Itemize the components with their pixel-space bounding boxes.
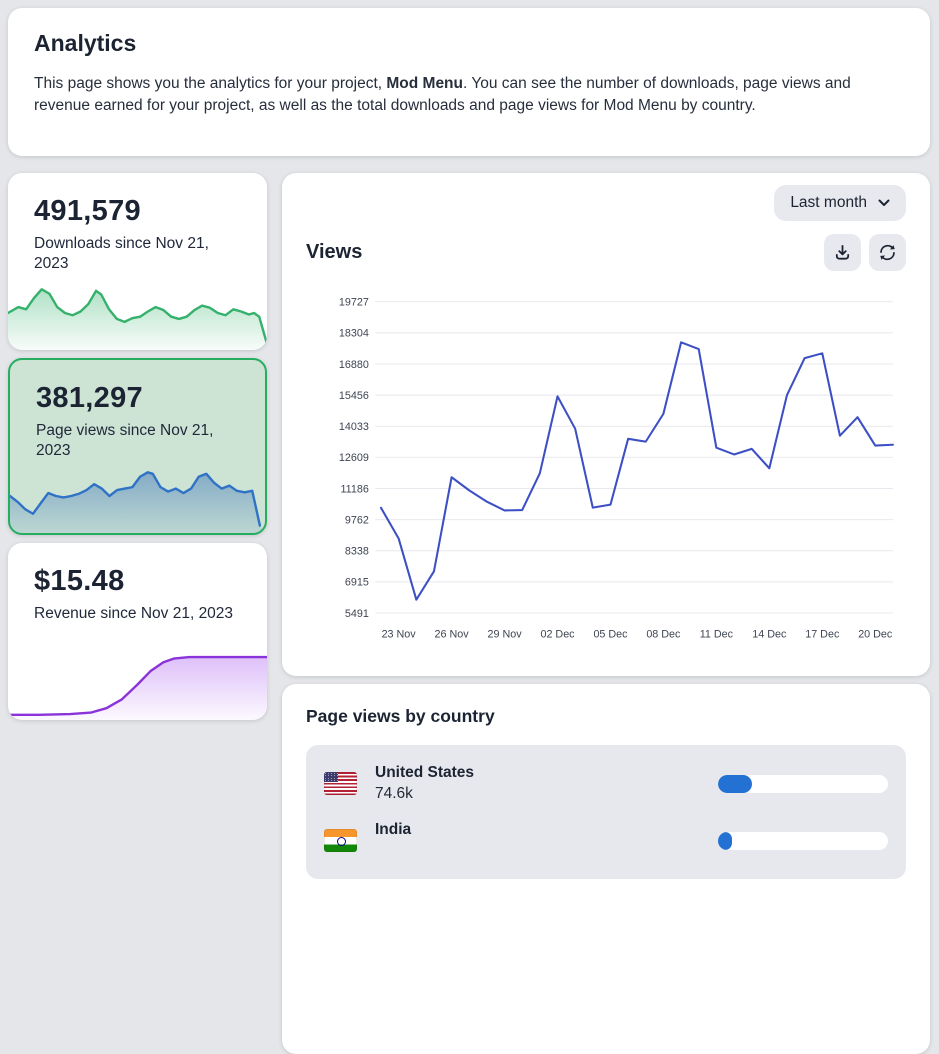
chart-actions [824, 234, 906, 271]
country-row-india: India [322, 812, 890, 869]
range-selector-button[interactable]: Last month [774, 185, 906, 221]
india-flag-icon [324, 829, 357, 852]
project-name: Mod Menu [386, 75, 463, 92]
refresh-icon [878, 243, 897, 262]
country-bar-fill [718, 832, 732, 850]
svg-text:14033: 14033 [339, 421, 369, 433]
svg-text:23 Nov: 23 Nov [382, 628, 417, 640]
views-line-chart: 5491 6915 8338 9762 11186 12609 14033 15456 1688… [306, 279, 906, 662]
svg-text:05 Dec: 05 Dec [593, 628, 628, 640]
country-bar-track [718, 775, 888, 793]
page-description: This page shows you the analytics for yo… [34, 73, 904, 117]
svg-text:5491: 5491 [345, 608, 369, 620]
range-selector-label: Last month [790, 194, 867, 212]
us-flag-icon [324, 772, 357, 795]
stat-card-downloads[interactable]: 491,579 Downloads since Nov 21, 2023 [8, 173, 267, 350]
country-card-title: Page views by country [306, 706, 906, 727]
range-selector-row: Last month [306, 185, 906, 221]
country-bar-track [718, 832, 888, 850]
svg-text:16880: 16880 [339, 359, 369, 371]
views-chart-area: 5491 6915 8338 9762 11186 12609 14033 15456 1688… [306, 279, 906, 662]
country-bar-fill [718, 775, 752, 793]
stat-cards-column: 491,579 Downloads since Nov 21, 2023 381… [8, 173, 267, 720]
svg-text:08 Dec: 08 Dec [646, 628, 681, 640]
svg-text:11 Dec: 11 Dec [700, 628, 734, 640]
svg-text:26 Nov: 26 Nov [435, 628, 470, 640]
svg-text:17 Dec: 17 Dec [805, 628, 840, 640]
page-title: Analytics [34, 30, 904, 57]
svg-text:15456: 15456 [339, 390, 369, 402]
country-rows-panel: United States 74.6k India [306, 745, 906, 879]
revenue-sparkline [8, 646, 267, 720]
country-value [375, 842, 718, 860]
page-views-label: Page views since Nov 21, 2023 [36, 421, 239, 462]
country-info: India [375, 821, 718, 860]
revenue-label: Revenue since Nov 21, 2023 [34, 604, 241, 624]
country-row-united-states: United States 74.6k [322, 755, 890, 812]
download-icon [833, 243, 852, 262]
page-views-sparkline [10, 459, 265, 533]
views-chart-card: Last month Views [282, 173, 930, 676]
country-name: India [375, 821, 718, 839]
svg-text:29 Nov: 29 Nov [488, 628, 523, 640]
svg-text:14 Dec: 14 Dec [752, 628, 787, 640]
analytics-header-card: Analytics This page shows you the analyt… [8, 8, 930, 156]
refresh-chart-button[interactable] [869, 234, 906, 271]
description-text-before: This page shows you the analytics for yo… [34, 75, 386, 92]
country-info: United States 74.6k [375, 764, 718, 803]
svg-text:19727: 19727 [339, 297, 369, 309]
svg-text:11186: 11186 [340, 483, 368, 495]
downloads-label: Downloads since Nov 21, 2023 [34, 234, 241, 275]
chevron-down-icon [878, 199, 890, 207]
content-row: 491,579 Downloads since Nov 21, 2023 381… [8, 173, 930, 1054]
svg-text:20 Dec: 20 Dec [858, 628, 893, 640]
views-title: Views [306, 241, 362, 264]
country-value: 74.6k [375, 785, 718, 803]
svg-text:18304: 18304 [339, 328, 369, 340]
downloads-value: 491,579 [34, 195, 241, 228]
views-header-row: Views [306, 234, 906, 271]
analytics-page: Analytics This page shows you the analyt… [0, 0, 939, 1054]
charts-column: Last month Views [282, 173, 930, 1054]
svg-text:9762: 9762 [345, 514, 369, 526]
country-views-card: Page views by country United States 74.6… [282, 684, 930, 1054]
export-chart-button[interactable] [824, 234, 861, 271]
country-name: United States [375, 764, 718, 782]
svg-text:12609: 12609 [339, 452, 369, 464]
stat-card-revenue[interactable]: $15.48 Revenue since Nov 21, 2023 [8, 543, 267, 720]
stat-card-page-views[interactable]: 381,297 Page views since Nov 21, 2023 [8, 358, 267, 535]
svg-text:8338: 8338 [345, 546, 369, 558]
svg-text:6915: 6915 [345, 577, 369, 589]
page-views-value: 381,297 [36, 382, 239, 415]
downloads-sparkline [8, 276, 267, 350]
svg-text:02 Dec: 02 Dec [540, 628, 575, 640]
revenue-value: $15.48 [34, 565, 241, 598]
